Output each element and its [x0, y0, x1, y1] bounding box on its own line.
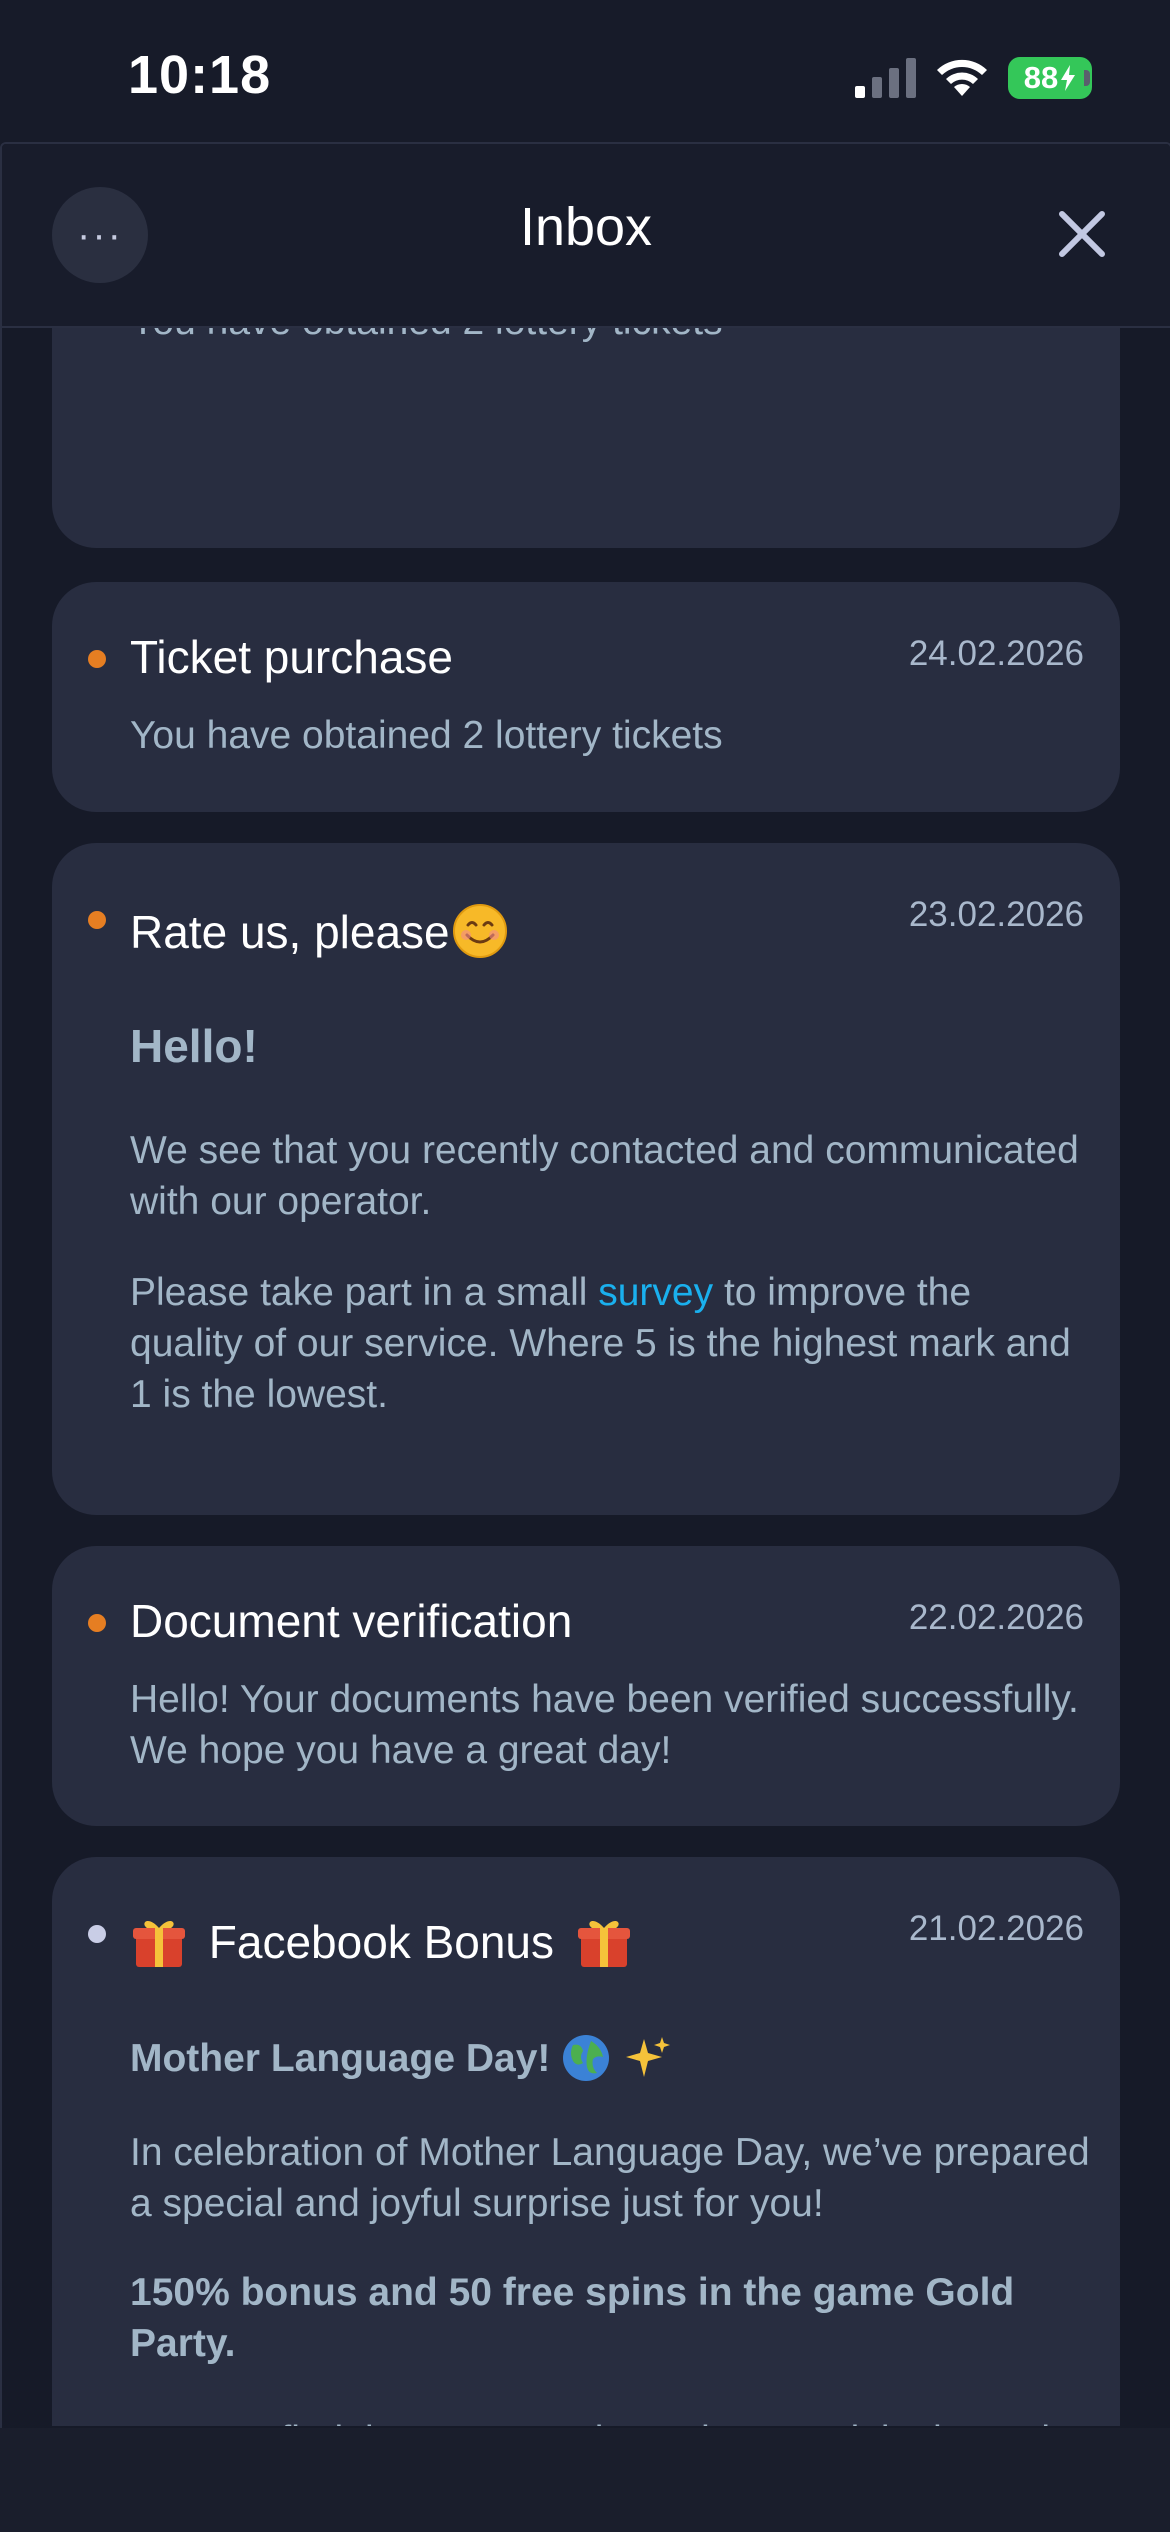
- smiling-face-emoji: [452, 903, 507, 958]
- message-title: Rate us, please: [130, 903, 508, 959]
- charging-bolt-icon: [1061, 65, 1076, 91]
- message-title: Facebook Bonus: [130, 1915, 633, 1971]
- status-time: 10:18: [128, 45, 272, 105]
- message-paragraph: In celebration of Mother Language Day, w…: [130, 2131, 1090, 2225]
- gift-emoji: [133, 1920, 185, 1967]
- message-paragraph: We see that you recently contacted and c…: [130, 1129, 1079, 1223]
- message-title: Document verification: [130, 1595, 573, 1647]
- message-date: 22.02.2026: [908, 1598, 1084, 1637]
- message-card-ticket-purchase[interactable]: Ticket purchase 24.02.2026 You have obta…: [52, 582, 1120, 812]
- message-paragraph: Please take part in a small survey to im…: [130, 1267, 1090, 1420]
- unread-dot: [88, 911, 106, 929]
- wifi-icon: [937, 59, 987, 96]
- unread-dot: [88, 1614, 106, 1632]
- message-card-partial[interactable]: You have obtained 2 lottery tickets: [52, 328, 1120, 548]
- close-icon[interactable]: [1054, 206, 1110, 262]
- globe-emoji: [563, 2034, 610, 2081]
- message-title-text: Rate us, please: [130, 906, 450, 958]
- battery-level: 88: [1023, 60, 1059, 95]
- message-card-facebook-bonus[interactable]: Facebook Bonus 21.02.2026 Mother Languag…: [52, 1857, 1120, 2426]
- message-heading: Mother Language Day!: [130, 2033, 1090, 2084]
- sparkles-emoji: [626, 2036, 671, 2077]
- message-title: Ticket purchase: [130, 631, 453, 683]
- battery-cap: [1084, 70, 1090, 86]
- bottom-safe-area: [0, 2428, 1170, 2532]
- message-heading-text: Mother Language Day!: [130, 2037, 551, 2080]
- battery-indicator: 88: [1008, 57, 1092, 99]
- message-paragraph-bold: 150% bonus and 50 free spins in the game…: [130, 2271, 1015, 2365]
- message-card-rate-us[interactable]: Rate us, please 23.02.2026 Hello! We see…: [52, 843, 1120, 1515]
- unread-dot: [88, 650, 106, 668]
- message-date: 23.02.2026: [908, 895, 1084, 934]
- message-list[interactable]: You have obtained 2 lottery tickets Tick…: [2, 328, 1170, 2426]
- cellular-signal-icon: [855, 58, 916, 98]
- message-date: 21.02.2026: [908, 1909, 1084, 1948]
- message-date: 24.02.2026: [908, 634, 1084, 673]
- message-text: Hello! Your documents have been verified…: [130, 1678, 1079, 1772]
- read-dot: [88, 1925, 106, 1943]
- page-title: Inbox: [519, 197, 653, 257]
- message-text: You have obtained 2 lottery tickets: [130, 714, 723, 757]
- message-text: You have obtained 2 lottery tickets: [130, 328, 1090, 347]
- inbox-sheet: ··· Inbox You have obtained 2 lottery ti…: [0, 142, 1170, 2430]
- message-heading: Hello!: [130, 1020, 258, 1072]
- survey-link[interactable]: survey: [598, 1271, 713, 1314]
- message-card-document-verification[interactable]: Document verification 22.02.2026 Hello! …: [52, 1546, 1120, 1826]
- message-paragraph: You can find the promo code on the Vox c…: [130, 2415, 1090, 2426]
- gift-emoji: [577, 1920, 630, 1967]
- status-bar: 10:18 88: [0, 0, 1170, 142]
- message-title-text: Facebook Bonus: [208, 1916, 555, 1968]
- inbox-header: ··· Inbox: [2, 144, 1170, 328]
- paragraph-text: Please take part in a small: [130, 1271, 599, 1314]
